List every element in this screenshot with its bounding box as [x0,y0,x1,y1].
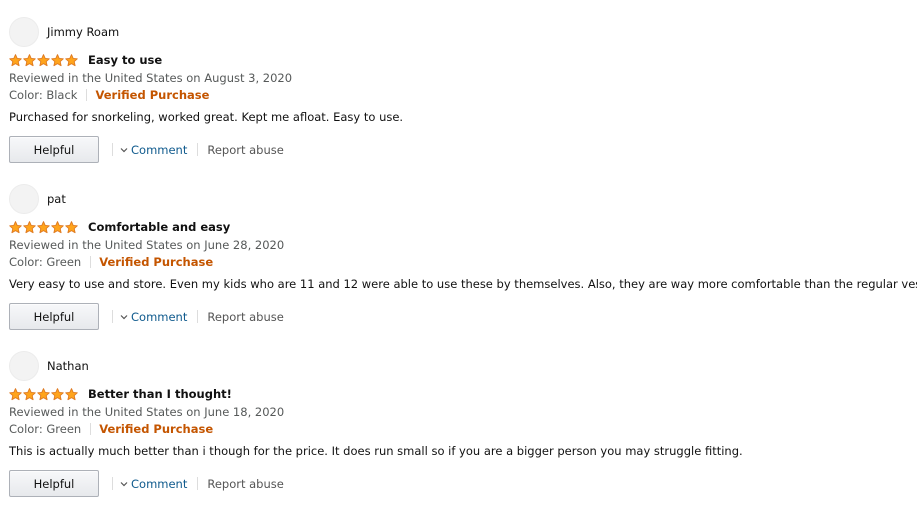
reviewer-name[interactable]: pat [47,192,66,206]
review-card: Jimmy Roam Easy to use Reviewed in the U… [9,17,909,184]
review-meta: Color: Green Verified Purchase [9,422,213,436]
star-icon [23,387,36,400]
report-abuse-link[interactable]: Report abuse [207,310,283,324]
review-title-row: Comfortable and easy [9,219,230,235]
avatar[interactable] [9,17,39,47]
review-title[interactable]: Better than I thought! [88,387,232,401]
reviewer-profile[interactable]: Jimmy Roam [9,17,119,47]
star-icon [9,53,22,66]
star-rating[interactable] [9,219,79,235]
verified-purchase-badge: Verified Purchase [95,88,210,102]
review-title[interactable]: Comfortable and easy [88,220,230,234]
star-icon [9,220,22,233]
review-meta: Color: Black Verified Purchase [9,88,209,102]
review-card: pat Comfortable and easy Reviewed in the… [9,184,917,351]
comment-link[interactable]: Comment [120,477,187,491]
helpful-button[interactable]: Helpful [9,303,99,330]
divider [197,310,199,323]
divider [112,477,113,490]
star-icon [9,387,22,400]
comment-label: Comment [131,309,188,324]
helpful-button[interactable]: Helpful [9,136,99,163]
review-title-row: Better than I thought! [9,386,232,402]
divider [86,89,88,101]
star-icon [37,53,50,66]
review-date: Reviewed in the United States on June 18… [9,405,285,419]
product-variant[interactable]: Color: Green [9,422,81,436]
divider [112,143,113,156]
review-actions: Helpful Comment Report abuse [9,469,284,498]
verified-purchase-badge: Verified Purchase [99,422,214,436]
comment-link[interactable]: Comment [120,310,187,324]
divider [90,423,92,435]
product-variant[interactable]: Color: Green [9,255,81,269]
comment-label: Comment [131,476,188,491]
avatar[interactable] [9,184,39,214]
star-icon [51,53,64,66]
star-icon [37,220,50,233]
reviewer-profile[interactable]: Nathan [9,351,89,381]
reviewer-name[interactable]: Nathan [47,359,89,373]
review-date: Reviewed in the United States on June 28… [9,238,285,252]
chevron-down-icon [120,314,128,319]
divider [197,477,199,490]
chevron-down-icon [120,147,128,152]
chevron-down-icon [120,481,128,486]
comment-label: Comment [131,142,188,157]
star-icon [65,220,78,233]
review-date: Reviewed in the United States on August … [9,71,293,85]
star-rating[interactable] [9,52,79,68]
review-body: Very easy to use and store. Even my kids… [9,277,917,291]
review-title[interactable]: Easy to use [88,53,162,67]
reviewer-name[interactable]: Jimmy Roam [47,25,119,39]
reviewer-profile[interactable]: pat [9,184,66,214]
review-title-row: Easy to use [9,52,162,68]
review-body: This is actually much better than i thou… [9,444,743,458]
product-variant[interactable]: Color: Black [9,88,77,102]
helpful-button[interactable]: Helpful [9,470,99,497]
review-card: Nathan Better than I thought! Reviewed i… [9,351,909,518]
star-icon [23,220,36,233]
report-abuse-link[interactable]: Report abuse [207,143,283,157]
avatar[interactable] [9,351,39,381]
verified-purchase-badge: Verified Purchase [99,255,214,269]
star-icon [23,53,36,66]
star-icon [37,387,50,400]
star-icon [65,53,78,66]
review-actions: Helpful Comment Report abuse [9,302,284,331]
star-icon [51,220,64,233]
star-icon [51,387,64,400]
divider [90,256,92,268]
star-rating[interactable] [9,386,79,402]
review-meta: Color: Green Verified Purchase [9,255,213,269]
divider [197,143,199,156]
report-abuse-link[interactable]: Report abuse [207,477,283,491]
review-actions: Helpful Comment Report abuse [9,135,284,164]
comment-link[interactable]: Comment [120,143,187,157]
divider [112,310,113,323]
review-body: Purchased for snorkeling, worked great. … [9,110,404,124]
star-icon [65,387,78,400]
